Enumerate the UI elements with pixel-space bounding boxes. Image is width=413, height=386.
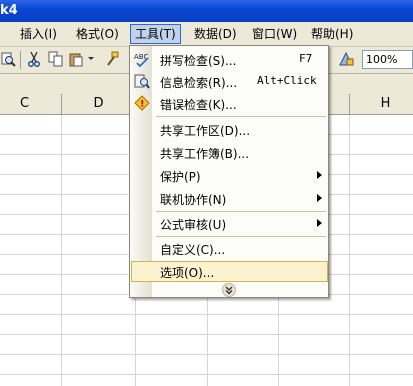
menu-expand-button[interactable] xyxy=(222,283,236,297)
menu-item-customize[interactable]: 自定义(C)... xyxy=(131,238,328,259)
menu-format[interactable]: 格式(O) xyxy=(72,25,123,43)
toolbar-separator xyxy=(20,51,21,69)
menu-tools[interactable]: 工具(T) xyxy=(130,24,181,44)
menu-item-label: 选项(O)... xyxy=(160,266,215,280)
cut-icon[interactable] xyxy=(26,51,42,67)
menu-item-label: 共享工作区(D)... xyxy=(160,124,251,138)
copy-icon[interactable] xyxy=(48,51,64,67)
menu-item-label: 自定义(C)... xyxy=(160,243,226,257)
menu-bar: 插入(I) 格式(O) 工具(T) 数据(D) 窗口(W) 帮助(H) xyxy=(0,22,413,47)
spellcheck-icon: ABC xyxy=(134,53,149,67)
menu-separator xyxy=(156,116,326,117)
menu-window[interactable]: 窗口(W) xyxy=(248,25,301,43)
menu-item-label: 共享工作簿(B)... xyxy=(160,147,250,161)
menu-item-online-collaboration[interactable]: 联机协作(N) xyxy=(131,188,328,209)
submenu-arrow-icon xyxy=(317,219,322,227)
grid-column-line xyxy=(349,115,350,386)
paste-dropdown-icon[interactable] xyxy=(88,57,94,60)
menu-item-shared-workspace[interactable]: 共享工作区(D)... xyxy=(131,119,328,140)
column-header-d[interactable]: D xyxy=(62,94,136,114)
menu-help[interactable]: 帮助(H) xyxy=(307,25,357,43)
print-preview-icon[interactable] xyxy=(0,51,16,67)
menu-insert[interactable]: 插入(I) xyxy=(16,25,61,43)
menu-item-shortcut: Alt+Click xyxy=(257,74,317,87)
menu-item-options[interactable]: 选项(O)... xyxy=(131,261,328,282)
svg-text:!: ! xyxy=(140,100,144,110)
menu-item-label: 信息检索(R)... xyxy=(160,76,238,90)
tools-menu-dropdown: ABC 拼写检查(S)... F7 信息检索(R)... Alt+Click !… xyxy=(129,45,329,298)
submenu-arrow-icon xyxy=(317,194,322,202)
menu-item-label: 公式审核(U) xyxy=(160,218,227,232)
research-icon xyxy=(134,74,150,89)
menu-item-share-workbook[interactable]: 共享工作簿(B)... xyxy=(131,142,328,163)
submenu-arrow-icon xyxy=(317,171,322,179)
menu-data[interactable]: 数据(D) xyxy=(190,25,241,43)
menu-item-label: 拼写检查(S)... xyxy=(160,54,237,68)
menu-separator xyxy=(156,236,326,237)
menu-item-formula-auditing[interactable]: 公式审核(U) xyxy=(131,213,328,234)
format-painter-icon[interactable] xyxy=(104,51,120,67)
drawing-icon[interactable] xyxy=(338,51,354,67)
grid-row-line xyxy=(0,354,413,355)
grid-row-line xyxy=(0,374,413,375)
menu-item-error-check[interactable]: ! 错误检查(K)... xyxy=(131,93,328,114)
column-header-c[interactable]: C xyxy=(0,94,62,114)
grid-row-line xyxy=(0,334,413,335)
window-title: k4 xyxy=(0,3,18,18)
menu-item-research[interactable]: 信息检索(R)... Alt+Click xyxy=(131,71,328,92)
grid-column-line xyxy=(61,115,62,386)
zoom-select[interactable]: 100% xyxy=(362,50,413,69)
double-chevron-down-icon xyxy=(225,286,233,295)
error-check-icon: ! xyxy=(134,95,150,111)
menu-item-protection[interactable]: 保护(P) xyxy=(131,165,328,186)
column-header-h[interactable]: H xyxy=(350,94,413,114)
title-bar: k4 xyxy=(0,0,413,22)
paste-icon[interactable] xyxy=(68,51,84,67)
menu-item-label: 错误检查(K)... xyxy=(160,98,237,112)
menu-item-spelling[interactable]: ABC 拼写检查(S)... F7 xyxy=(131,49,328,70)
menu-item-label: 联机协作(N) xyxy=(160,193,227,207)
grid-row-line xyxy=(0,314,413,315)
menu-separator xyxy=(156,211,326,212)
menu-item-shortcut: F7 xyxy=(299,52,313,65)
menu-item-label: 保护(P) xyxy=(160,170,201,184)
